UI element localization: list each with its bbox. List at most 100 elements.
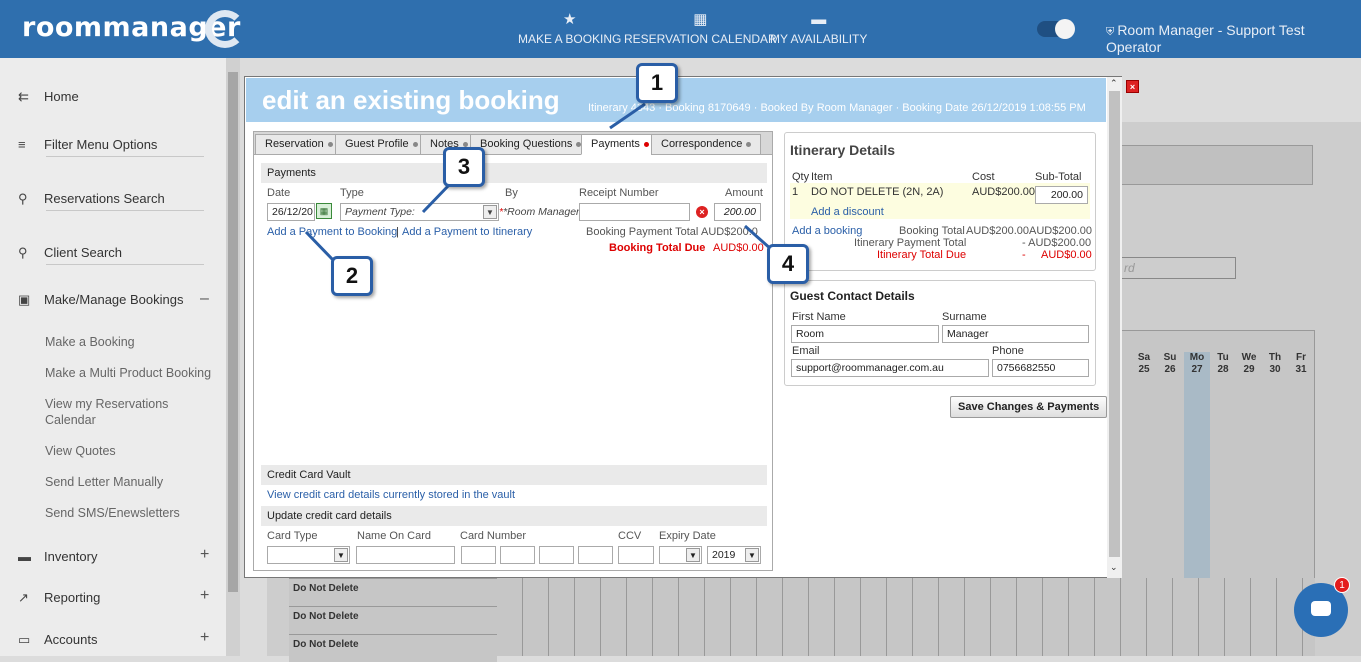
modal-scroll-thumb[interactable] [1109, 91, 1120, 557]
card-number-part-1[interactable] [461, 546, 496, 564]
divider [46, 210, 204, 211]
first-name-input[interactable]: Room [791, 325, 939, 343]
vault-section-title: Credit Card Vault [261, 465, 767, 485]
card-number-header: Card Number [460, 530, 527, 542]
mode-toggle[interactable] [1037, 19, 1075, 39]
sidebar-sub-make-booking[interactable]: Make a Booking [45, 334, 215, 350]
table-row: Do Not Delete [289, 606, 497, 634]
top-bar: roommanager ★ MAKE A BOOKING ▦ RESERVATI… [0, 0, 1361, 58]
ccv-header: CCV [618, 530, 642, 542]
close-icon[interactable]: × [1126, 80, 1139, 93]
sidebar-item-reporting[interactable]: ↗ Reporting [18, 590, 100, 606]
name-on-card-header: Name On Card [357, 530, 431, 542]
row-subtotal-input[interactable]: 200.00 [1035, 186, 1088, 204]
subtotal-header: Sub-Total [1035, 171, 1082, 183]
sidebar-sub-view-quotes[interactable]: View Quotes [45, 443, 215, 459]
save-changes-button[interactable]: Save Changes & Payments [950, 396, 1108, 418]
card-icon: ▭ [18, 632, 31, 647]
surname-label: Surname [942, 311, 987, 323]
expiry-month-select[interactable]: ▼ [659, 546, 702, 564]
chevron-down-icon: ▼ [334, 548, 348, 562]
sidebar: ⇇ Home ≡ Filter Menu Options ⚲ Reservations… [0, 58, 226, 656]
day-header: Th 30 [1268, 352, 1282, 375]
card-number-part-4[interactable] [578, 546, 613, 564]
cost-header: Cost [972, 171, 995, 183]
back-arrow-icon: ⇇ [18, 89, 29, 104]
sidebar-item-home[interactable]: ⇇ Home [18, 89, 79, 105]
scroll-down-icon[interactable]: ⌄ [1110, 562, 1118, 573]
sidebar-sub-send-sms[interactable]: Send SMS/Enewsletters [45, 505, 215, 521]
sidebar-item-inventory[interactable]: ▬ Inventory [18, 549, 97, 564]
sidebar-item-client-search[interactable]: ⚲ Client Search [18, 245, 122, 261]
card-number-part-2[interactable] [500, 546, 535, 564]
expand-icon[interactable]: + [200, 629, 209, 647]
phone-input[interactable]: 0756682550 [992, 359, 1089, 377]
add-booking-link[interactable]: Add a booking [792, 225, 862, 237]
sidebar-item-bookings[interactable]: ▣ Make/Manage Bookings [18, 292, 183, 308]
tab-guest-profile[interactable]: Guest Profile [335, 134, 428, 155]
collapse-icon[interactable]: – [200, 290, 209, 308]
sidebar-item-filter[interactable]: ≡ Filter Menu Options [18, 137, 157, 152]
background-input: rd [1117, 257, 1236, 279]
booking-total-label: Booking Total [899, 225, 965, 237]
star-icon: ★ [562, 11, 577, 28]
bed-icon: ▬ [18, 549, 31, 564]
nav-my-availability[interactable]: ▬ MY AVAILABILITY [770, 11, 867, 47]
guest-contact-title: Guest Contact Details [790, 289, 915, 303]
payment-date-input[interactable]: 26/12/20 [267, 203, 315, 221]
first-name-label: First Name [792, 311, 846, 323]
payments-section-title: Payments [261, 163, 767, 183]
nav-reservation-calendar[interactable]: ▦ RESERVATION CALENDAR [624, 12, 777, 47]
expiry-header: Expiry Date [659, 530, 716, 542]
modal-scrollbar[interactable]: ⌃ ⌄ [1107, 77, 1122, 578]
trend-icon: ↗ [18, 590, 29, 605]
day-header: We 29 [1241, 352, 1257, 375]
remove-payment-icon[interactable]: × [696, 206, 708, 218]
calendar-picker-icon[interactable]: ▦ [316, 203, 332, 219]
tab-reservation[interactable]: Reservation [255, 134, 343, 155]
payments-panel: Payments Date Type By Receipt Number Amo… [253, 155, 773, 571]
modal-title: edit an existing booking [262, 85, 560, 115]
scroll-up-icon[interactable]: ⌃ [1110, 78, 1118, 89]
payment-type-select[interactable]: Payment Type: ▼ [340, 203, 499, 221]
user-menu[interactable]: ⛨ Room Manager - Support Test Operator [1106, 22, 1361, 55]
name-on-card-input[interactable] [356, 546, 455, 564]
expand-icon[interactable]: + [200, 546, 209, 564]
receipt-number-input[interactable] [579, 203, 690, 221]
surname-input[interactable]: Manager [942, 325, 1089, 343]
total-due-label: Booking Total Due [609, 242, 706, 254]
shield-icon: ⛨ [1106, 26, 1118, 38]
bed-icon: ▬ [811, 11, 827, 28]
chevron-down-icon: ▼ [483, 205, 497, 219]
row-item: DO NOT DELETE (2N, 2A) [811, 186, 944, 198]
itinerary-payment-value: - AUD$200.00 [1022, 237, 1092, 249]
amount-input[interactable]: 200.00 [714, 203, 761, 221]
ccv-input[interactable] [618, 546, 654, 564]
filter-icon: ≡ [18, 137, 26, 152]
add-payment-booking-link[interactable]: Add a Payment to Booking [267, 226, 397, 238]
sidebar-sub-send-letter[interactable]: Send Letter Manually [45, 474, 215, 490]
expiry-year-select[interactable]: 2019 ▼ [707, 546, 761, 564]
tab-booking-questions[interactable]: Booking Questions [470, 134, 592, 155]
view-vault-link[interactable]: View credit card details currently store… [267, 489, 515, 501]
card-number-part-3[interactable] [539, 546, 574, 564]
add-payment-itinerary-link[interactable]: Add a Payment to Itinerary [402, 226, 532, 238]
email-input[interactable]: support@roommanager.com.au [791, 359, 989, 377]
tab-payments[interactable]: Payments [581, 134, 659, 155]
edit-booking-modal: edit an existing booking Itinerary 4343 … [244, 76, 1122, 578]
phone-label: Phone [992, 345, 1024, 357]
itinerary-due-dash: - [1022, 249, 1026, 261]
sidebar-sub-multi-booking[interactable]: Make a Multi Product Booking [45, 365, 215, 381]
callout-1: 1 [636, 63, 678, 103]
day-header: Su 26 [1163, 352, 1177, 375]
sidebar-scroll-thumb[interactable] [228, 72, 238, 592]
sidebar-sub-view-calendar[interactable]: View my Reservations Calendar [45, 396, 215, 428]
add-discount-link[interactable]: Add a discount [811, 206, 884, 218]
card-type-select[interactable]: ▼ [267, 546, 350, 564]
nav-make-booking[interactable]: ★ MAKE A BOOKING [518, 11, 621, 47]
day-header: Tu 28 [1217, 352, 1229, 375]
tab-correspondence[interactable]: Correspondence [651, 134, 762, 155]
sidebar-item-accounts[interactable]: ▭ Accounts [18, 632, 97, 648]
sidebar-item-reservations-search[interactable]: ⚲ Reservations Search [18, 191, 165, 207]
expand-icon[interactable]: + [200, 587, 209, 605]
